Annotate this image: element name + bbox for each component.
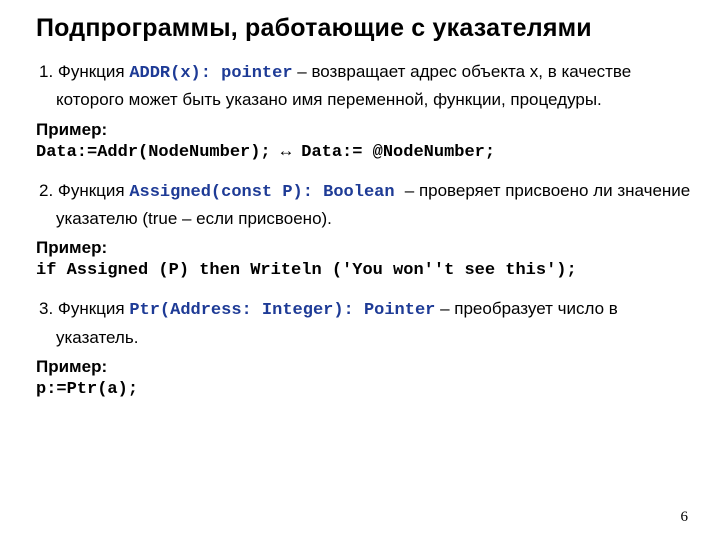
example-label-1: Пример: xyxy=(36,120,692,140)
slide: Подпрограммы, работающие с указателями 1… xyxy=(0,0,720,540)
item-3-func: Ptr(Address: Integer): Pointer xyxy=(129,301,435,320)
item-2-func: Assigned(const P): Boolean xyxy=(129,183,404,202)
code-block-1: Data:=Addr(NodeNumber); ↔ Data:= @NodeNu… xyxy=(36,143,692,162)
item-3-pre: 3. Функция xyxy=(39,299,129,318)
code-block-3: p:=Ptr(a); xyxy=(36,380,692,399)
item-2: 2. Функция Assigned(const P): Boolean – … xyxy=(36,178,692,233)
item-3: 3. Функция Ptr(Address: Integer): Pointe… xyxy=(36,296,692,351)
slide-title: Подпрограммы, работающие с указателями xyxy=(36,14,692,43)
example-label-2: Пример: xyxy=(36,238,692,258)
item-1-func: ADDR(x): pointer xyxy=(129,64,292,83)
item-1: 1. Функция ADDR(x): pointer – возвращает… xyxy=(36,59,692,114)
code-block-2: if Assigned (P) then Writeln ('You won''… xyxy=(36,261,692,280)
item-2-pre: 2. Функция xyxy=(39,181,129,200)
item-1-pre: 1. Функция xyxy=(39,62,129,81)
page-number: 6 xyxy=(681,509,689,526)
example-label-3: Пример: xyxy=(36,357,692,377)
